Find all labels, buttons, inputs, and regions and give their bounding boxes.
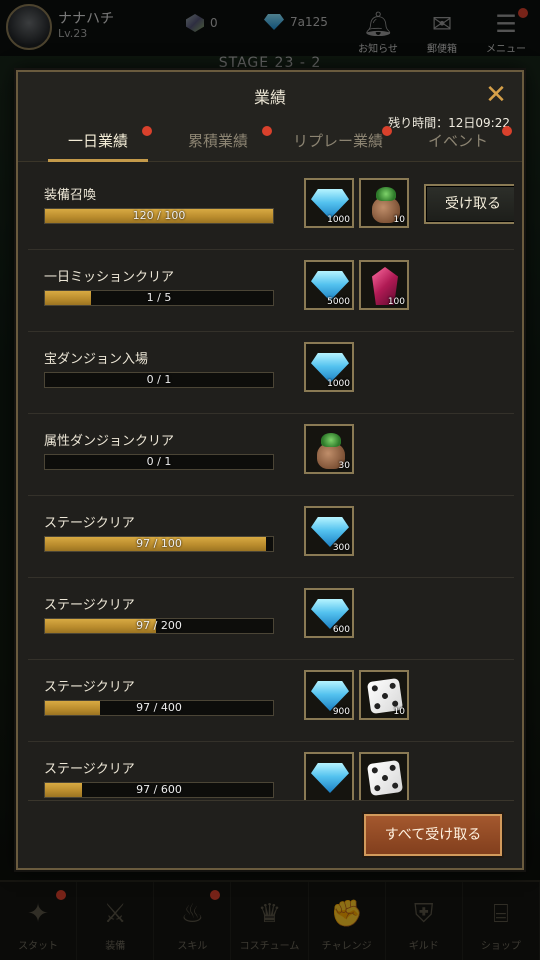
progress-text: 0 / 1: [146, 373, 172, 386]
dice-icon: [366, 759, 404, 797]
progress-text: 97 / 600: [136, 783, 182, 796]
progress-bar: 0 / 1: [44, 372, 274, 388]
modal-title: 業績: [253, 88, 286, 107]
reward-slot[interactable]: 5000: [304, 260, 354, 310]
achievement-name: 属性ダンジョンクリア: [44, 434, 175, 449]
progress-bar: 0 / 1: [44, 454, 274, 470]
reward-slot[interactable]: 30: [304, 424, 354, 474]
reward-slot[interactable]: 10: [359, 670, 409, 720]
claim-all-button[interactable]: すべて受け取る: [364, 814, 502, 856]
reward-slot[interactable]: [359, 752, 409, 800]
progress-text: 1 / 5: [146, 291, 172, 304]
achievement-row: 宝ダンジョン入場 0 / 1 1000: [28, 332, 514, 414]
modal-header: 業績 ✕ 残り時間：12日09:22 一日業績 累積業績 リプレー業績 イベント: [18, 72, 522, 162]
tab-replay-badge: [382, 126, 392, 136]
progress-text: 97 / 100: [136, 537, 182, 550]
achievement-name: ステージクリア: [44, 598, 135, 613]
progress-bar: 1 / 5: [44, 290, 274, 306]
reward-slot[interactable]: 1000: [304, 178, 354, 228]
reward-slot[interactable]: [304, 752, 354, 800]
tab-cumulative-badge: [262, 126, 272, 136]
reward-slot[interactable]: 900: [304, 670, 354, 720]
tab-cumulative[interactable]: 累積業績: [158, 124, 278, 162]
tab-replay[interactable]: リプレー業績: [278, 124, 398, 162]
close-icon[interactable]: ✕: [482, 82, 510, 110]
progress-bar: 97 / 200: [44, 618, 274, 634]
tab-bar: 一日業績 累積業績 リプレー業績 イベント: [38, 124, 518, 162]
achievements-modal: 業績 ✕ 残り時間：12日09:22 一日業績 累積業績 リプレー業績 イベント: [16, 70, 524, 870]
achievement-name: 一日ミッションクリア: [44, 270, 175, 285]
reward-slot[interactable]: 1000: [304, 342, 354, 392]
achievement-row: 一日ミッションクリア 1 / 5 5000 100: [28, 250, 514, 332]
progress-bar: 97 / 400: [44, 700, 274, 716]
progress-bar: 120 / 100: [44, 208, 274, 224]
reward-slot[interactable]: 300: [304, 506, 354, 556]
progress-text: 120 / 100: [132, 209, 186, 222]
achievement-row: 属性ダンジョンクリア 0 / 1 30: [28, 414, 514, 496]
achievement-row: 装備召喚 120 / 100 1000 10 受け取る: [28, 168, 514, 250]
progress-text: 97 / 200: [136, 619, 182, 632]
claim-button[interactable]: 受け取る: [424, 184, 514, 224]
achievement-name: ステージクリア: [44, 680, 135, 695]
achievement-row: ステージクリア 97 / 200 600: [28, 578, 514, 660]
tab-event-badge: [502, 126, 512, 136]
progress-bar: 97 / 100: [44, 536, 274, 552]
reward-slot[interactable]: 10: [359, 178, 409, 228]
achievement-name: 装備召喚: [44, 188, 97, 203]
tab-event[interactable]: イベント: [398, 124, 518, 162]
achievement-name: 宝ダンジョン入場: [44, 352, 149, 367]
progress-bar: 97 / 600: [44, 782, 274, 798]
progress-text: 0 / 1: [146, 455, 172, 468]
reward-slot[interactable]: 100: [359, 260, 409, 310]
list-divider: [28, 800, 514, 801]
diamond-icon: [311, 763, 349, 793]
achievement-list[interactable]: 装備召喚 120 / 100 1000 10 受け取る 一日ミッションクリア 1…: [28, 168, 514, 800]
tab-daily[interactable]: 一日業績: [38, 124, 158, 162]
achievement-row: ステージクリア 97 / 600: [28, 742, 514, 800]
achievement-row: ステージクリア 97 / 400 900 10: [28, 660, 514, 742]
progress-text: 97 / 400: [136, 701, 182, 714]
achievement-name: ステージクリア: [44, 516, 135, 531]
tab-daily-badge: [142, 126, 152, 136]
reward-slot[interactable]: 600: [304, 588, 354, 638]
achievement-row: ステージクリア 97 / 100 300: [28, 496, 514, 578]
achievement-name: ステージクリア: [44, 762, 135, 777]
